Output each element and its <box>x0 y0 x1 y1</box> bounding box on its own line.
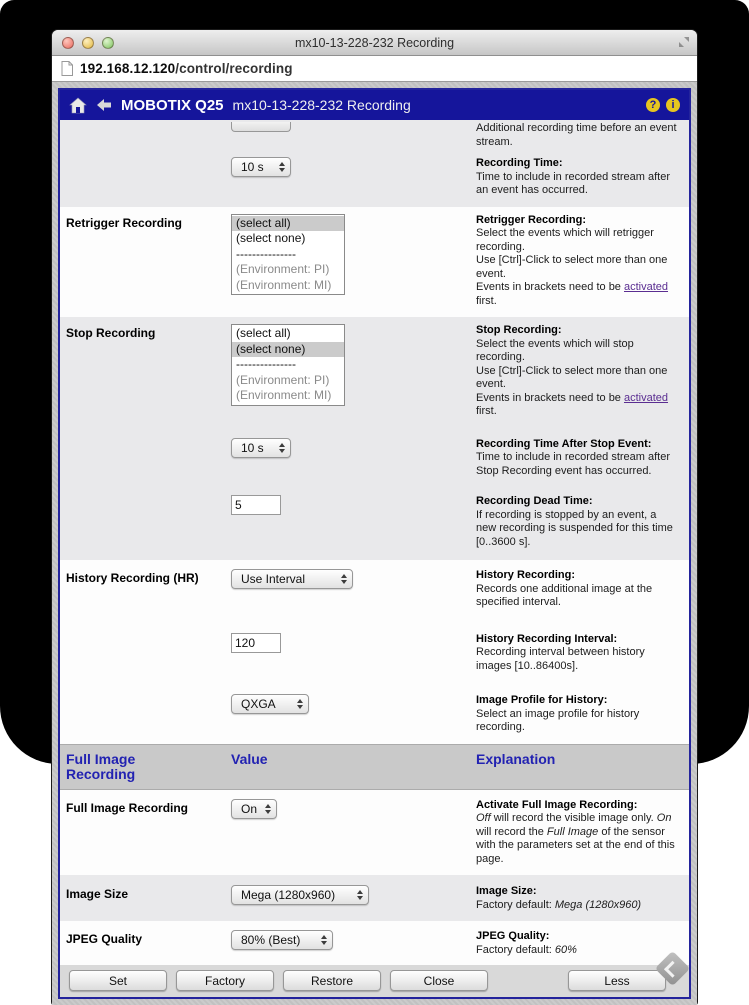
recording-time-explanation: Recording Time: Time to include in recor… <box>476 157 681 198</box>
jpeg-quality-select-value: 80% (Best) <box>241 933 300 947</box>
history-recording-label: History Recording (HR) <box>66 569 231 585</box>
retrigger-recording-explanation: Retrigger Recording: Select the events w… <box>476 214 681 309</box>
brand-label: MOBOTIX Q25 <box>121 97 224 114</box>
stop-recording-label: Stop Recording <box>66 324 231 340</box>
history-profile-select[interactable]: QXGA <box>231 694 309 714</box>
history-profile-explanation: Image Profile for History: Select an ima… <box>476 694 681 735</box>
select-arrows-icon <box>357 890 363 900</box>
history-recording-explanation: History Recording: Records one additiona… <box>476 569 681 610</box>
section-title: Full Image Recording <box>66 752 176 782</box>
section-header-full-image-recording: Full Image Recording Value Explanation <box>60 744 689 790</box>
listbox-option[interactable]: (Environment: PI) <box>232 373 344 389</box>
listbox-option[interactable]: --------------- <box>232 247 344 263</box>
page-title: mx10-13-228-232 Recording <box>233 97 411 113</box>
row-recording-time: Additional recording time before an even… <box>60 120 689 207</box>
recording-settings-page: MOBOTIX Q25 mx10-13-228-232 Recording ? … <box>58 88 691 999</box>
clipped-explanation: Additional recording time before an even… <box>476 122 681 149</box>
jpeg-quality-label: JPEG Quality <box>66 930 231 946</box>
resize-window-icon[interactable] <box>678 36 690 48</box>
home-icon[interactable] <box>69 97 87 114</box>
page-background: MOBOTIX Q25 mx10-13-228-232 Recording ? … <box>52 82 697 1005</box>
set-button[interactable]: Set <box>69 970 167 991</box>
factory-button[interactable]: Factory <box>176 970 274 991</box>
page-icon <box>61 61 73 76</box>
browser-window: mx10-13-228-232 Recording 192.168.12.120… <box>52 30 697 1005</box>
listbox-option[interactable]: (select none) <box>232 342 344 358</box>
history-interval-explanation: History Recording Interval: Recording in… <box>476 633 681 674</box>
row-stop-recording: Stop Recording (select all) (select none… <box>60 317 689 560</box>
full-image-recording-select[interactable]: On <box>231 799 277 819</box>
listbox-option[interactable]: (Environment: MI) <box>232 278 344 294</box>
image-size-label: Image Size <box>66 885 231 901</box>
button-bar: Set Factory Restore Close Less <box>60 965 689 997</box>
dead-time-input[interactable] <box>231 495 281 515</box>
history-mode-select-value: Use Interval <box>241 572 305 586</box>
history-mode-select[interactable]: Use Interval <box>231 569 353 589</box>
row-full-image-recording: Full Image Recording On Activate Full Im… <box>60 790 689 876</box>
listbox-option[interactable]: (select none) <box>232 231 344 247</box>
section-value-header: Value <box>231 752 476 782</box>
row-history-recording: History Recording (HR) Use Interval Hist… <box>60 560 689 744</box>
dead-time-explanation: Recording Dead Time: If recording is sto… <box>476 495 681 549</box>
app-header: MOBOTIX Q25 mx10-13-228-232 Recording ? … <box>60 90 689 120</box>
select-arrows-icon <box>321 935 327 945</box>
row-image-size: Image Size Mega (1280x960) Image Size: F… <box>60 875 689 921</box>
info-icon[interactable]: i <box>666 98 680 112</box>
after-stop-time-select-value: 10 s <box>241 441 264 455</box>
listbox-option[interactable]: (select all) <box>232 326 344 342</box>
jpeg-quality-explanation: JPEG Quality: Factory default: 60% <box>476 930 681 957</box>
section-explanation-header: Explanation <box>476 752 681 782</box>
activated-link[interactable]: activated <box>624 281 668 293</box>
select-arrows-icon <box>297 699 303 709</box>
after-stop-time-select[interactable]: 10 s <box>231 438 291 458</box>
url-text: 192.168.12.120/control/recording <box>80 61 293 76</box>
header-buttons: ? i <box>646 98 680 112</box>
row-retrigger-recording: Retrigger Recording (select all) (select… <box>60 207 689 318</box>
listbox-option[interactable]: --------------- <box>232 357 344 373</box>
zoom-window-button[interactable] <box>102 37 114 49</box>
retrigger-recording-label: Retrigger Recording <box>66 214 231 230</box>
select-arrows-icon <box>265 804 271 814</box>
url-domain: 192.168.12.120 <box>80 61 175 76</box>
stop-events-listbox[interactable]: (select all) (select none) -------------… <box>231 324 345 406</box>
row-jpeg-quality: JPEG Quality 80% (Best) JPEG Quality: Fa… <box>60 921 689 965</box>
recording-time-select-value: 10 s <box>241 160 264 174</box>
window-title: mx10-13-228-232 Recording <box>52 36 697 50</box>
image-size-explanation: Image Size: Factory default: Mega (1280x… <box>476 885 681 912</box>
retrigger-events-listbox[interactable]: (select all) (select none) -------------… <box>231 214 345 296</box>
restore-button[interactable]: Restore <box>283 970 381 991</box>
close-window-button[interactable] <box>62 37 74 49</box>
clipped-select[interactable] <box>231 122 291 132</box>
recording-time-select[interactable]: 10 s <box>231 157 291 177</box>
traffic-lights <box>62 37 114 49</box>
full-image-recording-explanation: Activate Full Image Recording: Off will … <box>476 799 681 867</box>
select-arrows-icon <box>341 574 347 584</box>
image-size-select[interactable]: Mega (1280x960) <box>231 885 369 905</box>
help-icon[interactable]: ? <box>646 98 660 112</box>
after-stop-explanation: Recording Time After Stop Event: Time to… <box>476 438 681 479</box>
listbox-option[interactable]: (Environment: MI) <box>232 388 344 404</box>
minimize-window-button[interactable] <box>82 37 94 49</box>
back-arrow-icon[interactable] <box>96 98 112 112</box>
url-path: /control/recording <box>175 61 292 76</box>
jpeg-quality-select[interactable]: 80% (Best) <box>231 930 333 950</box>
window-titlebar[interactable]: mx10-13-228-232 Recording <box>52 30 697 56</box>
listbox-option[interactable]: (select all) <box>232 216 344 232</box>
listbox-option[interactable]: (Environment: PI) <box>232 262 344 278</box>
history-interval-input[interactable] <box>231 633 281 653</box>
image-size-select-value: Mega (1280x960) <box>241 888 335 902</box>
address-bar[interactable]: 192.168.12.120/control/recording <box>52 56 697 82</box>
less-button[interactable]: Less <box>568 970 666 991</box>
full-image-recording-label: Full Image Recording <box>66 799 231 815</box>
activated-link[interactable]: activated <box>624 392 668 404</box>
full-image-recording-select-value: On <box>241 802 257 816</box>
select-arrows-icon <box>279 162 285 172</box>
close-button[interactable]: Close <box>390 970 488 991</box>
select-arrows-icon <box>279 443 285 453</box>
history-profile-select-value: QXGA <box>241 697 276 711</box>
stop-recording-explanation: Stop Recording: Select the events which … <box>476 324 681 419</box>
